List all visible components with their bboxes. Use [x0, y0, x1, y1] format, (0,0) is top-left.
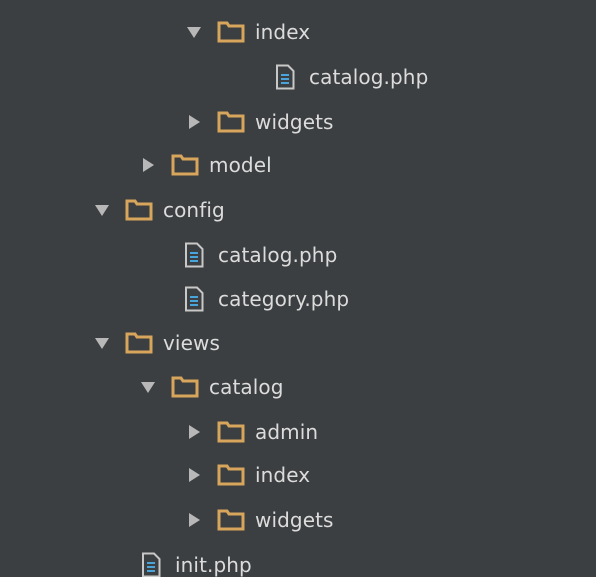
expand-arrow-down-icon[interactable] — [136, 375, 160, 399]
tree-item-catalog[interactable]: catalog — [0, 365, 596, 409]
folder-icon — [216, 17, 246, 47]
tree-item-config[interactable]: config — [0, 188, 596, 232]
tree-item-catalog-php[interactable]: catalog.php — [0, 233, 596, 277]
php-file-icon — [270, 62, 300, 92]
expand-arrow-down-icon[interactable] — [182, 20, 206, 44]
tree-item-label: catalog — [209, 375, 284, 399]
folder-icon — [216, 460, 246, 490]
tree-item-label: admin — [255, 420, 319, 444]
tree-item-index[interactable]: index — [0, 10, 596, 54]
tree-item-catalog-php[interactable]: catalog.php — [0, 55, 596, 99]
tree-item-views[interactable]: views — [0, 321, 596, 365]
folder-icon — [216, 107, 246, 137]
folder-icon — [170, 372, 200, 402]
tree-item-label: catalog.php — [309, 65, 429, 89]
expand-arrow-right-icon[interactable] — [182, 420, 206, 444]
tree-item-label: widgets — [255, 508, 334, 532]
folder-icon — [216, 417, 246, 447]
tree-item-widgets[interactable]: widgets — [0, 498, 596, 542]
expand-arrow-right-icon[interactable] — [182, 463, 206, 487]
tree-item-widgets[interactable]: widgets — [0, 100, 596, 144]
tree-item-label: widgets — [255, 110, 334, 134]
expand-arrow-down-icon[interactable] — [90, 331, 114, 355]
tree-item-admin[interactable]: admin — [0, 410, 596, 454]
project-tree: index catalog.php widgets model config c… — [0, 0, 599, 577]
tree-item-label: catalog.php — [218, 243, 338, 267]
tree-item-label: config — [163, 198, 225, 222]
folder-icon — [124, 195, 154, 225]
expand-arrow-right-icon[interactable] — [136, 153, 160, 177]
php-file-icon — [179, 240, 209, 270]
php-file-icon — [136, 550, 166, 577]
tree-item-label: views — [163, 331, 220, 355]
tree-item-label: index — [255, 463, 311, 487]
folder-icon — [216, 505, 246, 535]
tree-item-label: model — [209, 153, 272, 177]
folder-icon — [124, 328, 154, 358]
tree-item-label: category.php — [218, 287, 350, 311]
folder-icon — [170, 150, 200, 180]
tree-item-index[interactable]: index — [0, 453, 596, 497]
tree-item-init-php[interactable]: init.php — [0, 543, 596, 577]
tree-item-category-php[interactable]: category.php — [0, 277, 596, 321]
tree-item-label: index — [255, 20, 311, 44]
php-file-icon — [179, 284, 209, 314]
expand-arrow-down-icon[interactable] — [90, 198, 114, 222]
expand-arrow-right-icon[interactable] — [182, 110, 206, 134]
expand-arrow-right-icon[interactable] — [182, 508, 206, 532]
tree-item-model[interactable]: model — [0, 143, 596, 187]
tree-item-label: init.php — [175, 553, 252, 577]
